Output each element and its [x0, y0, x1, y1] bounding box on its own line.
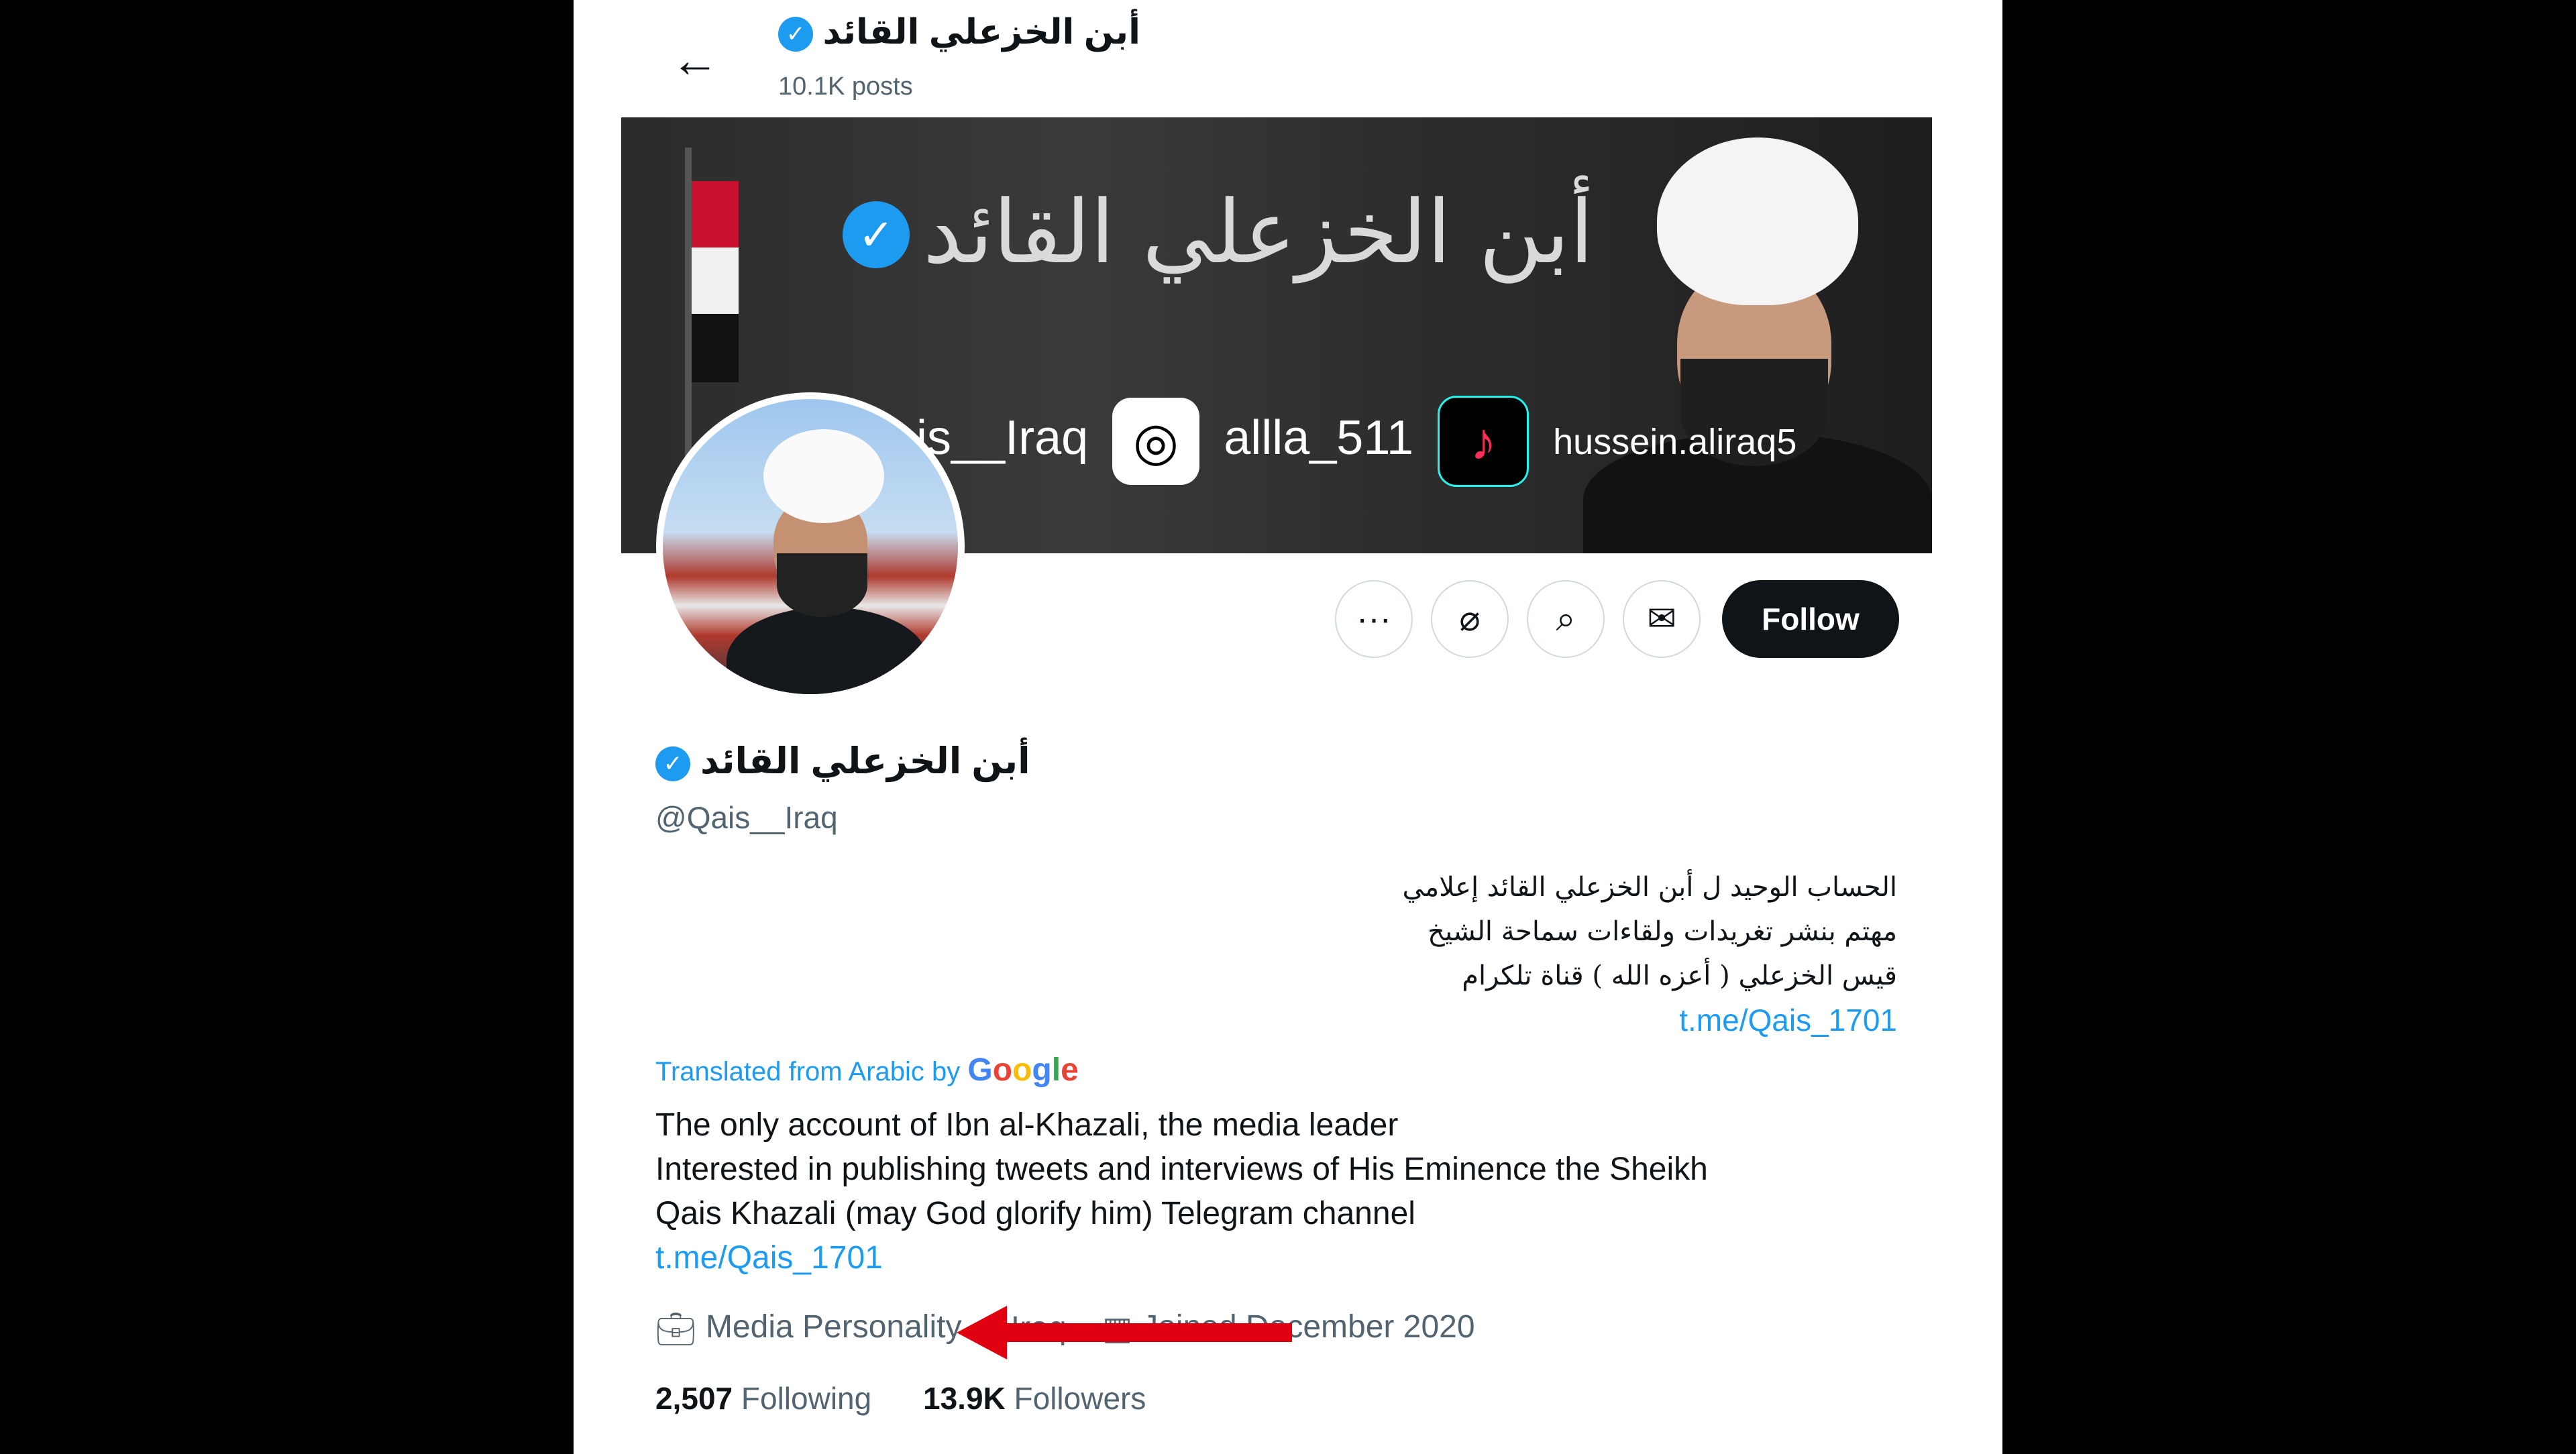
bio-arabic-line: قيس الخزعلي ( أعزه الله ) قناة تلكرام	[1462, 960, 1897, 991]
banner-title-art: أبن الخزعلي القائد	[923, 181, 1594, 283]
more-options-button[interactable]: ···	[1335, 580, 1413, 658]
annotation-arrow	[957, 1306, 1292, 1359]
category-label: Media Personality	[705, 1308, 962, 1345]
google-logo: Google	[967, 1052, 1079, 1088]
bio-english-line: Qais Khazali (may God glorify him) Teleg…	[655, 1196, 1415, 1231]
header-posts-count: 10.1K posts	[778, 72, 913, 101]
bio-english-line: The only account of Ibn al-Khazali, the …	[655, 1107, 1399, 1143]
bio-arabic-line: مهتم بنشر تغريدات ولقاءات سماحة الشيخ	[1428, 916, 1897, 947]
banner-social-handle-3: hussein.aliraq5	[1553, 422, 1797, 463]
avatar-photo	[663, 399, 958, 694]
header-display-name: أبن الخزعلي القائد ✓	[778, 12, 1140, 52]
bio-english: The only account of Ibn al-Khazali, the …	[655, 1103, 1863, 1280]
iraq-flag-icon	[692, 181, 739, 382]
profile-name: أبن الخزعلي القائد ✓	[655, 740, 1030, 782]
bio-english-line: Interested in publishing tweets and inte…	[655, 1152, 1708, 1187]
back-arrow-icon[interactable]: ←	[655, 27, 735, 94]
bio-english-link[interactable]: t.me/Qais_1701	[655, 1236, 1863, 1280]
search-button[interactable]: ⌕	[1527, 580, 1605, 658]
tiktok-icon: ♪	[1438, 396, 1529, 487]
banner-social-handle-1: is__Iraq	[916, 411, 1089, 465]
mail-icon: ✉	[1647, 600, 1676, 638]
bio-arabic: الحساب الوحيد ل أبن الخزعلي القائد إعلام…	[958, 865, 1897, 1042]
message-button[interactable]: ✉	[1623, 580, 1701, 658]
followers-stat[interactable]: 13.9K Followers	[923, 1380, 1146, 1416]
avatar[interactable]	[656, 392, 965, 701]
banner-social-row: is__Iraq ◎ allla_511 ♪ hussein.aliraq5	[916, 396, 1796, 487]
profile-page: ← أبن الخزعلي القائد ✓ 10.1K posts ✓ أبن…	[574, 0, 2002, 1454]
profile-handle: @Qais__Iraq	[655, 800, 838, 835]
flag-pole	[685, 148, 692, 483]
follow-stats: 2,507 Following 13.9K Followers	[655, 1380, 1189, 1416]
annotation-arrow-shape	[957, 1306, 1292, 1359]
banner-social-handle-2: allla_511	[1224, 411, 1414, 465]
grok-icon: ⌀	[1459, 600, 1481, 638]
banner-verified-icon: ✓	[843, 201, 910, 268]
translated-from-arabic[interactable]: Translated from Arabic by Google	[655, 1052, 1079, 1088]
briefcase-icon: 💼︎	[655, 1311, 696, 1347]
bio-arabic-line: الحساب الوحيد ل أبن الخزعلي القائد إعلام…	[1402, 872, 1897, 903]
category-item: 💼︎ Media Personality	[655, 1308, 961, 1348]
grok-button[interactable]: ⌀	[1431, 580, 1509, 658]
search-icon: ⌕	[1556, 600, 1576, 638]
instagram-icon: ◎	[1112, 398, 1200, 485]
banner-portrait	[1503, 117, 1932, 553]
following-stat[interactable]: 2,507 Following	[655, 1380, 871, 1416]
verified-badge-icon: ✓	[778, 17, 813, 52]
more-icon: ···	[1356, 600, 1391, 638]
profile-column: ← أبن الخزعلي القائد ✓ 10.1K posts ✓ أبن…	[621, 0, 1932, 1454]
bio-arabic-link[interactable]: t.me/Qais_1701	[958, 998, 1897, 1042]
verified-badge-icon: ✓	[655, 746, 690, 781]
follow-button[interactable]: Follow	[1722, 580, 1899, 658]
